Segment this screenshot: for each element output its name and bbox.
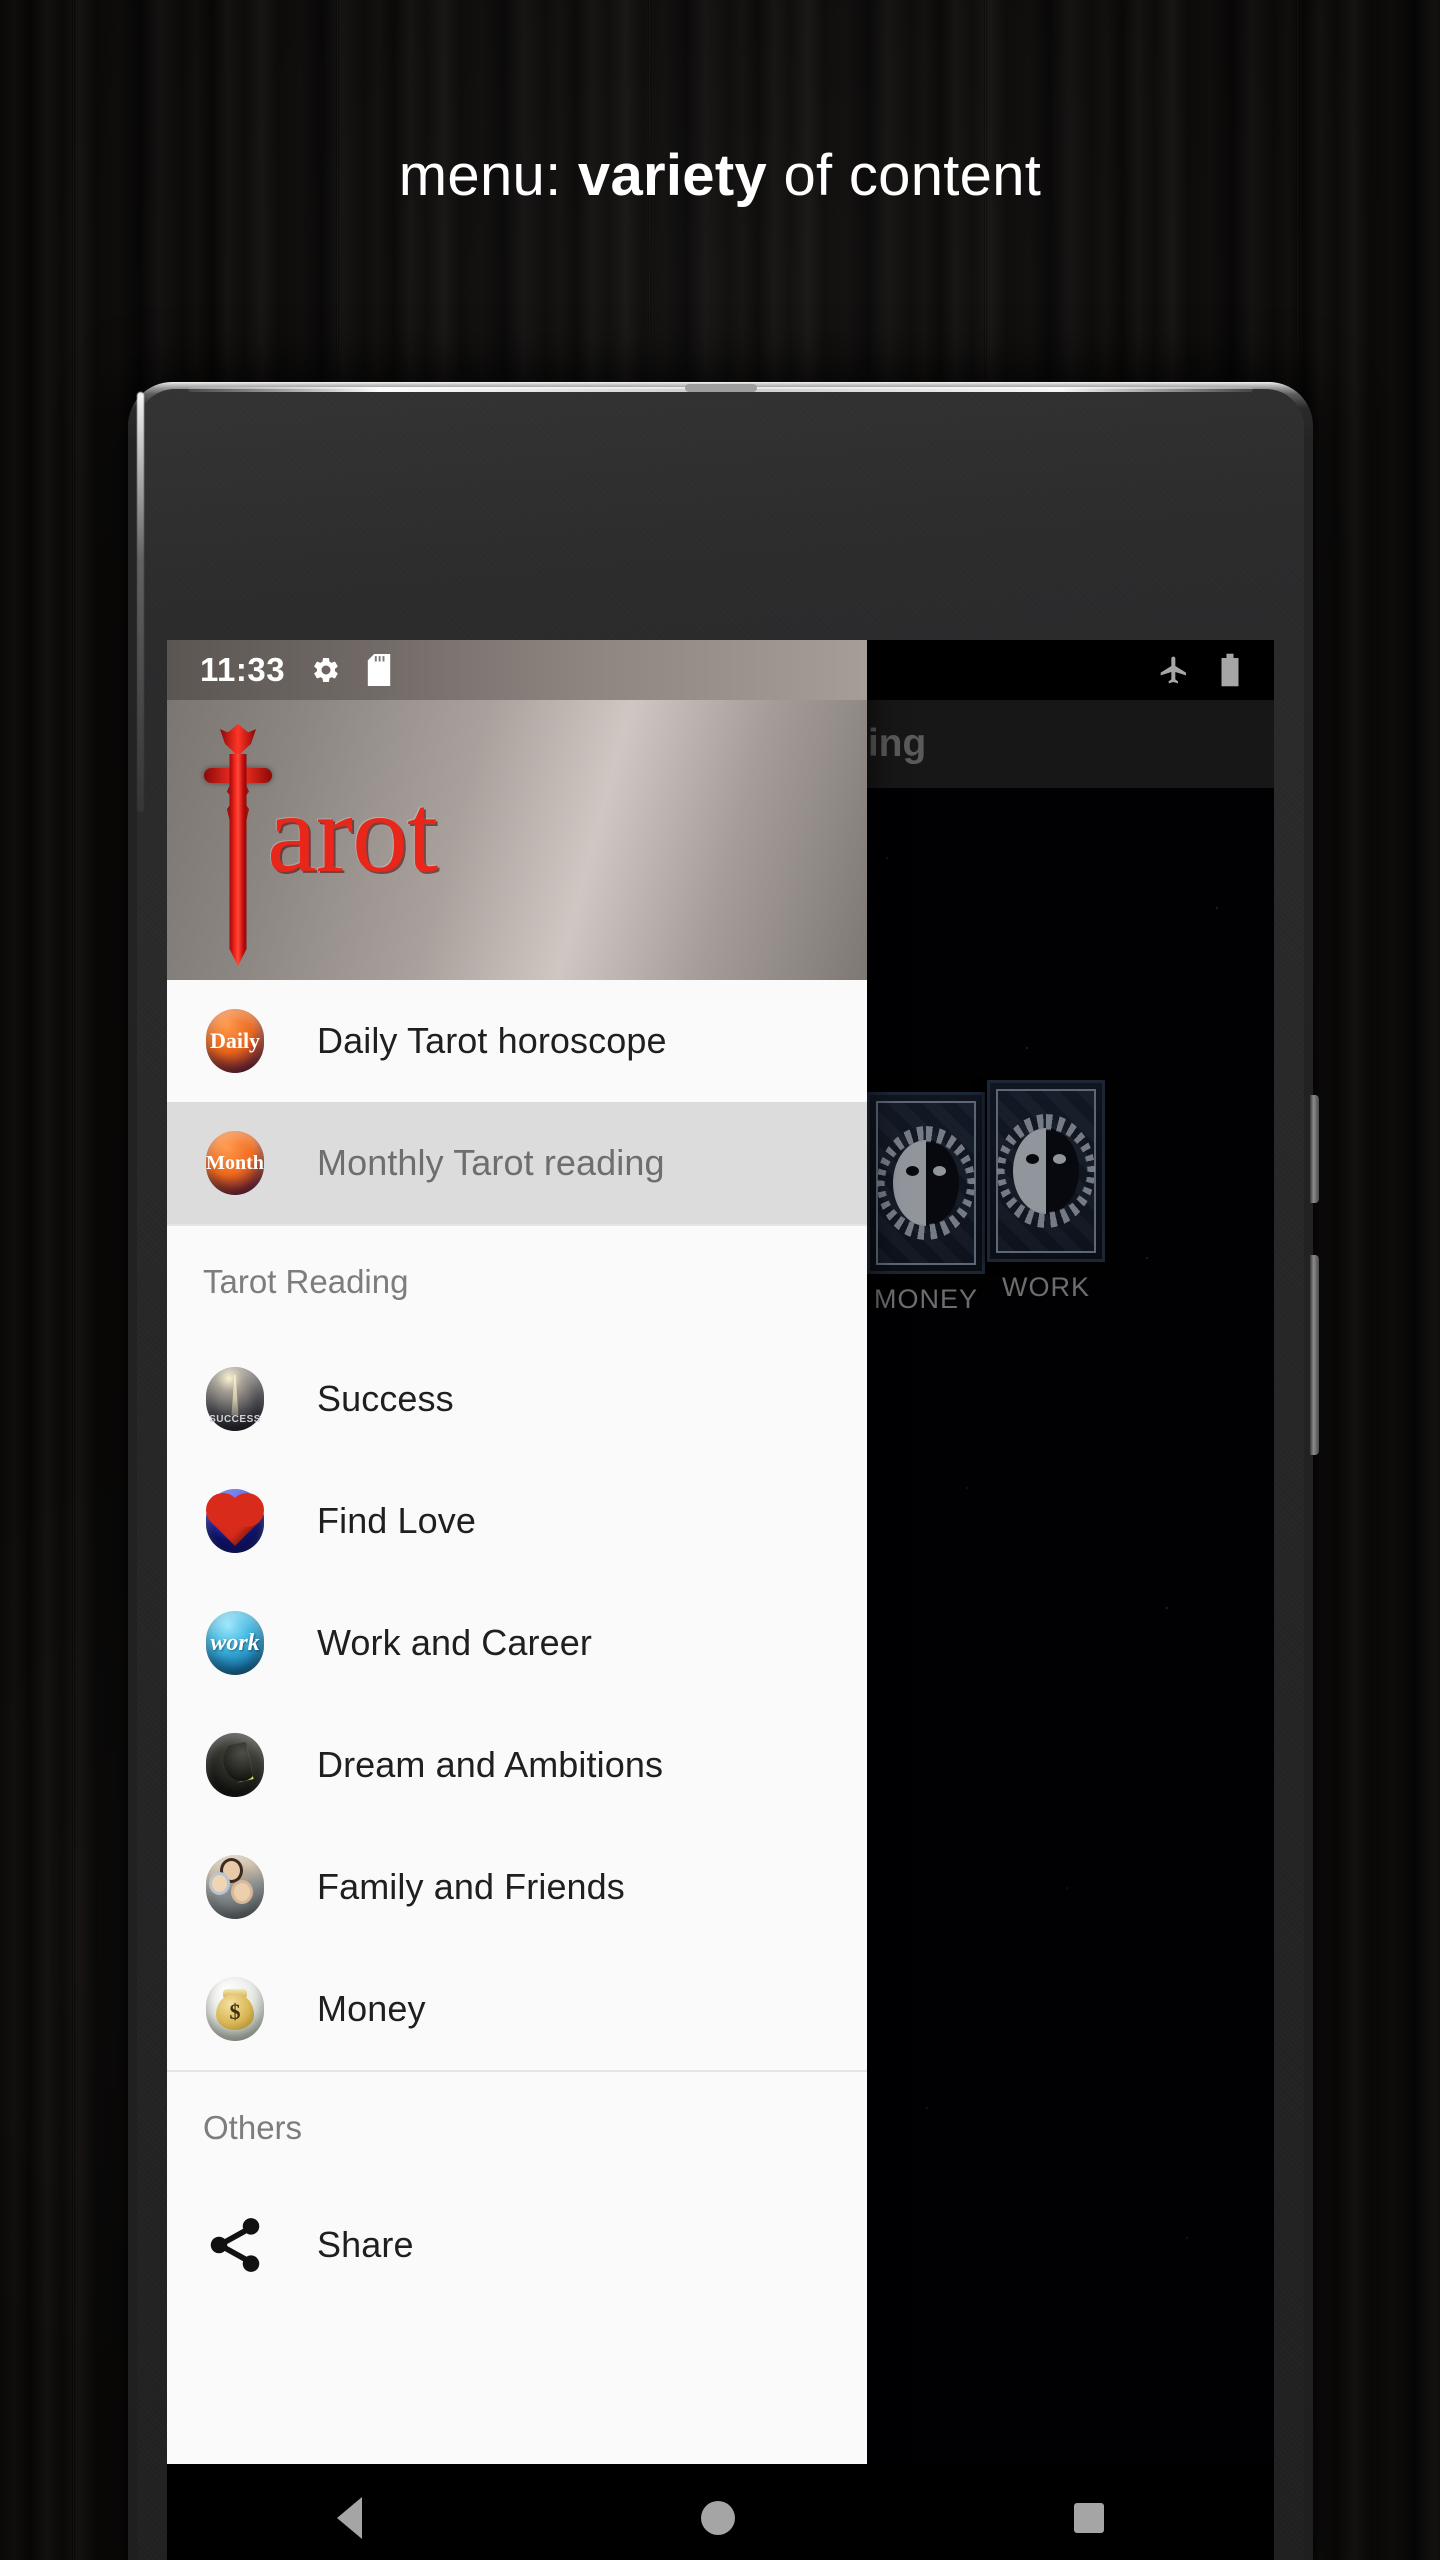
drawer-item-label: Monthly Tarot reading [317, 1142, 665, 1183]
heart-icon [203, 1489, 267, 1553]
money-badge: $ [206, 1977, 264, 2041]
tower-shape [231, 1375, 239, 1415]
drawer-item-find-love[interactable]: Find Love [167, 1460, 867, 1582]
success-badge-caption: SUCCESS [209, 1414, 261, 1425]
volume-button[interactable] [1310, 1255, 1319, 1455]
drawer-menu-list: Daily Daily Tarot horoscope Month Monthl… [167, 980, 867, 2306]
app-brand-logo: arot [203, 712, 438, 980]
drawer-item-label: Find Love [317, 1500, 476, 1541]
drawer-status-bar: 11:33 [167, 640, 867, 700]
headline-part-1: menu: [398, 143, 578, 208]
crescent-moon-shape [212, 1742, 253, 1786]
family-photo-icon [203, 1855, 267, 1919]
family-face [234, 1883, 250, 1901]
family-badge [206, 1855, 264, 1919]
money-bag-icon: $ [203, 1977, 267, 2041]
work-badge-label: work [210, 1629, 260, 1656]
drawer-item-label: Daily Tarot horoscope [317, 1020, 667, 1061]
drawer-item-money[interactable]: $ Money [167, 1948, 867, 2070]
drawer-item-label: Success [317, 1378, 454, 1419]
poster-stage: menu: variety of content ling MONEY WORK… [0, 0, 1440, 2560]
drawer-item-work-and-career[interactable]: work Work and Career [167, 1582, 867, 1704]
brand-wordmark: arot [267, 772, 438, 896]
status-bar-clock: 11:33 [200, 651, 286, 688]
love-badge [206, 1489, 264, 1553]
work-globe-icon: work [203, 1611, 267, 1675]
android-navigation-bar [167, 2464, 1274, 2560]
share-icon [203, 2213, 267, 2277]
drawer-item-label: Dream and Ambitions [317, 1744, 664, 1785]
gear-icon [314, 657, 338, 682]
drawer-item-success[interactable]: SUCCESS Success [167, 1338, 867, 1460]
phone-top-sensor [684, 384, 757, 392]
drawer-item-label: Share [317, 2224, 414, 2265]
phone-mockup: ling MONEY WORK 11:33 arot Daily Daily T… [128, 382, 1319, 2560]
success-badge: SUCCESS [206, 1367, 264, 1431]
phone-edge-highlight [137, 392, 144, 812]
month-badge-icon: Month [203, 1131, 267, 1195]
headline-part-3: of content [767, 143, 1042, 208]
work-badge: work [206, 1611, 264, 1675]
sd-card-icon [367, 654, 391, 686]
wood-plank-seam [72, 0, 75, 2560]
dream-badge [206, 1733, 264, 1797]
drawer-header: arot [167, 700, 867, 980]
drawer-item-label: Family and Friends [317, 1866, 625, 1907]
family-face [212, 1875, 227, 1892]
sword-blade [229, 754, 247, 966]
sword-pommel [220, 724, 256, 756]
moon-icon [203, 1733, 267, 1797]
success-tower-icon: SUCCESS [203, 1367, 267, 1431]
daily-badge-icon: Daily [203, 1009, 267, 1073]
drawer-item-label: Work and Career [317, 1622, 592, 1663]
drawer-section-header-others: Others [203, 2109, 303, 2146]
month-badge-label: Month [206, 1131, 264, 1195]
recents-square-icon[interactable] [1074, 2503, 1105, 2533]
power-button[interactable] [1310, 1095, 1319, 1203]
drawer-item-dream-and-ambitions[interactable]: Dream and Ambitions [167, 1704, 867, 1826]
daily-badge-label: Daily [206, 1009, 264, 1073]
family-face [223, 1861, 240, 1880]
heart-shape [210, 1498, 260, 1547]
drawer-item-share[interactable]: Share [167, 2184, 867, 2306]
drawer-section-header-tarot-reading: Tarot Reading [203, 1263, 409, 1300]
phone-screen: ling MONEY WORK 11:33 arot Daily Daily T… [167, 640, 1274, 2560]
home-circle-icon[interactable] [700, 2501, 735, 2535]
drawer-item-daily-tarot-horoscope[interactable]: Daily Daily Tarot horoscope [167, 980, 867, 1102]
back-triangle-icon[interactable] [336, 2497, 362, 2539]
headline-emphasis: variety [577, 143, 768, 208]
navigation-drawer: 11:33 arot Daily Daily Tarot horoscope M… [167, 640, 867, 2560]
drawer-item-monthly-tarot-reading[interactable]: Month Monthly Tarot reading [167, 1102, 867, 1224]
money-bag-symbol: $ [216, 1993, 254, 2030]
share-glyph [210, 2218, 260, 2272]
sword-icon [203, 712, 273, 980]
drawer-item-family-and-friends[interactable]: Family and Friends [167, 1826, 867, 1948]
drawer-item-label: Money [317, 1988, 426, 2029]
poster-headline: menu: variety of content [0, 140, 1440, 212]
